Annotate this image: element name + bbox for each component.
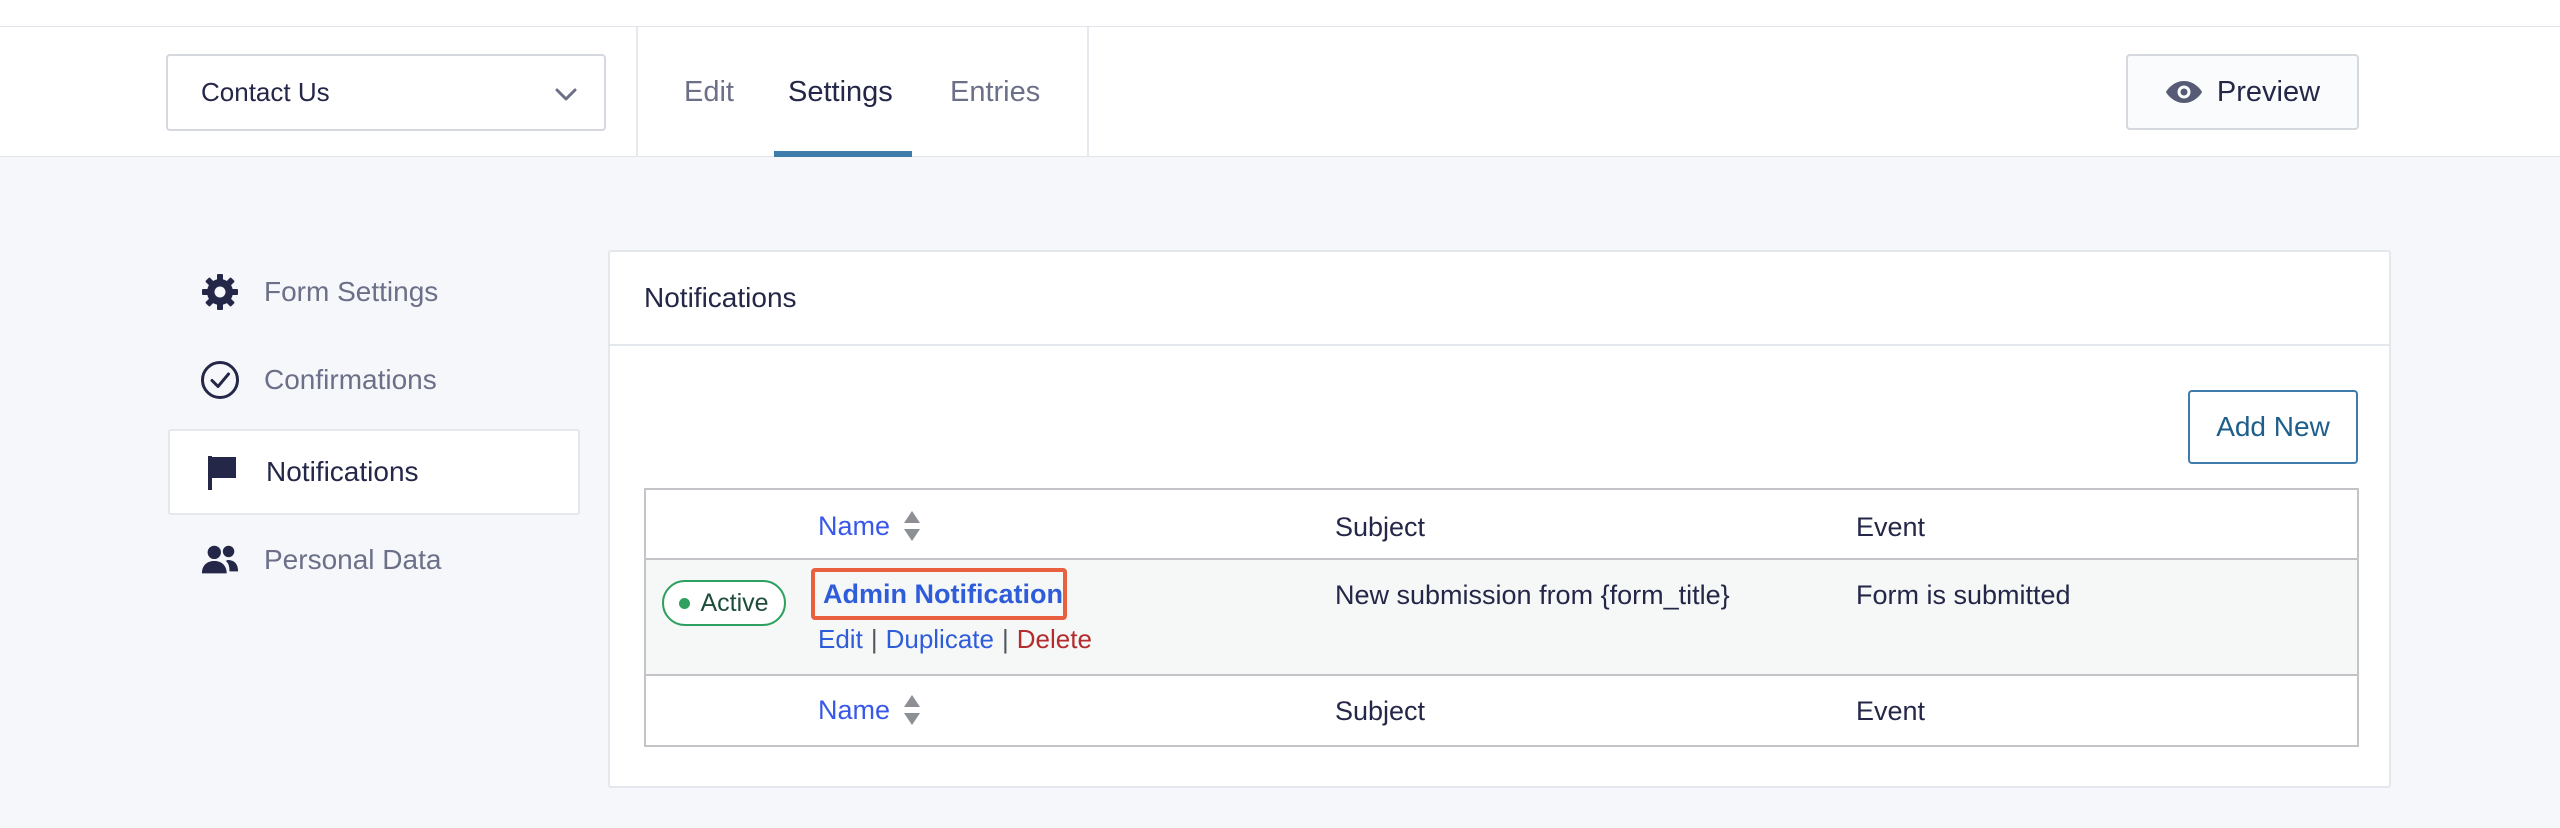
- sidebar-item-confirmations[interactable]: Confirmations: [168, 337, 580, 423]
- sidebar-item-label: Form Settings: [264, 276, 439, 307]
- name-column-header[interactable]: Name: [818, 510, 922, 542]
- table-row: Active Admin Notification Edit | Duplica…: [646, 560, 2357, 676]
- sort-arrows-icon: [904, 695, 921, 725]
- sidebar-item-label: Personal Data: [264, 544, 442, 575]
- subject-column-footer: Subject: [1335, 696, 1426, 726]
- sort-arrows-icon: [904, 511, 921, 541]
- tab-entries[interactable]: Entries: [950, 27, 1040, 157]
- top-strip: [0, 0, 2560, 27]
- gear-icon: [200, 272, 240, 312]
- preview-button[interactable]: Preview: [2126, 54, 2359, 130]
- action-separator: |: [870, 624, 878, 654]
- flag-icon: [202, 452, 242, 492]
- event-column-header: Event: [1856, 512, 1926, 542]
- notification-event: Form is submitted: [1856, 580, 2071, 610]
- sidebar-item-label: Confirmations: [264, 364, 437, 395]
- sidebar-item-personal-data[interactable]: Personal Data: [168, 517, 580, 603]
- table-header-row: Name Subject Event: [646, 490, 2357, 560]
- status-dot-icon: [679, 597, 691, 609]
- tab-entries-label: Entries: [950, 75, 1041, 108]
- notification-name-link[interactable]: Admin Notification: [811, 568, 1067, 620]
- form-selector-value: Contact Us: [201, 77, 330, 107]
- users-icon: [200, 540, 240, 580]
- form-selector[interactable]: Contact Us: [166, 54, 606, 131]
- header-divider: [1087, 27, 1089, 157]
- preview-label: Preview: [2216, 75, 2321, 108]
- active-tab-indicator: [774, 151, 912, 157]
- eye-icon: [2165, 81, 2202, 103]
- subject-column-header: Subject: [1335, 512, 1426, 542]
- chevron-down-icon: [555, 88, 577, 101]
- name-column-footer[interactable]: Name: [818, 694, 922, 726]
- status-badge[interactable]: Active: [662, 580, 786, 626]
- notifications-table: Name Subject Event Active Admin Notifica…: [644, 488, 2359, 747]
- action-separator: |: [1001, 624, 1009, 654]
- table-footer-row: Name Subject Event: [646, 676, 2357, 745]
- add-new-label: Add New: [2216, 411, 2330, 442]
- panel-title-text: Notifications: [644, 282, 797, 313]
- form-header: Contact Us Edit Settings Entries Preview: [0, 27, 2560, 157]
- row-actions: Edit | Duplicate | Delete: [818, 624, 1092, 655]
- notification-name-text: Admin Notification: [823, 578, 1063, 609]
- name-column-label: Name: [818, 694, 891, 725]
- notifications-panel: Notifications Add New Name Subject Event…: [608, 250, 2391, 788]
- sidebar-item-form-settings[interactable]: Form Settings: [168, 249, 580, 335]
- duplicate-link[interactable]: Duplicate: [886, 624, 994, 655]
- sidebar-item-label: Notifications: [266, 456, 419, 487]
- tab-edit[interactable]: Edit: [684, 27, 734, 157]
- check-circle-icon: [200, 360, 240, 400]
- event-column-footer: Event: [1856, 696, 1926, 726]
- tab-settings-label: Settings: [788, 75, 893, 108]
- edit-link[interactable]: Edit: [818, 624, 863, 655]
- delete-link[interactable]: Delete: [1017, 624, 1092, 655]
- status-badge-label: Active: [700, 588, 769, 617]
- sidebar-item-notifications[interactable]: Notifications: [168, 429, 580, 515]
- tab-edit-label: Edit: [684, 75, 734, 108]
- tab-settings[interactable]: Settings: [788, 27, 893, 157]
- add-new-button[interactable]: Add New: [2188, 390, 2358, 464]
- name-column-label: Name: [818, 510, 891, 541]
- notification-subject: New submission from {form_title}: [1335, 580, 1730, 610]
- header-divider: [636, 27, 638, 157]
- panel-title: Notifications: [610, 252, 2389, 346]
